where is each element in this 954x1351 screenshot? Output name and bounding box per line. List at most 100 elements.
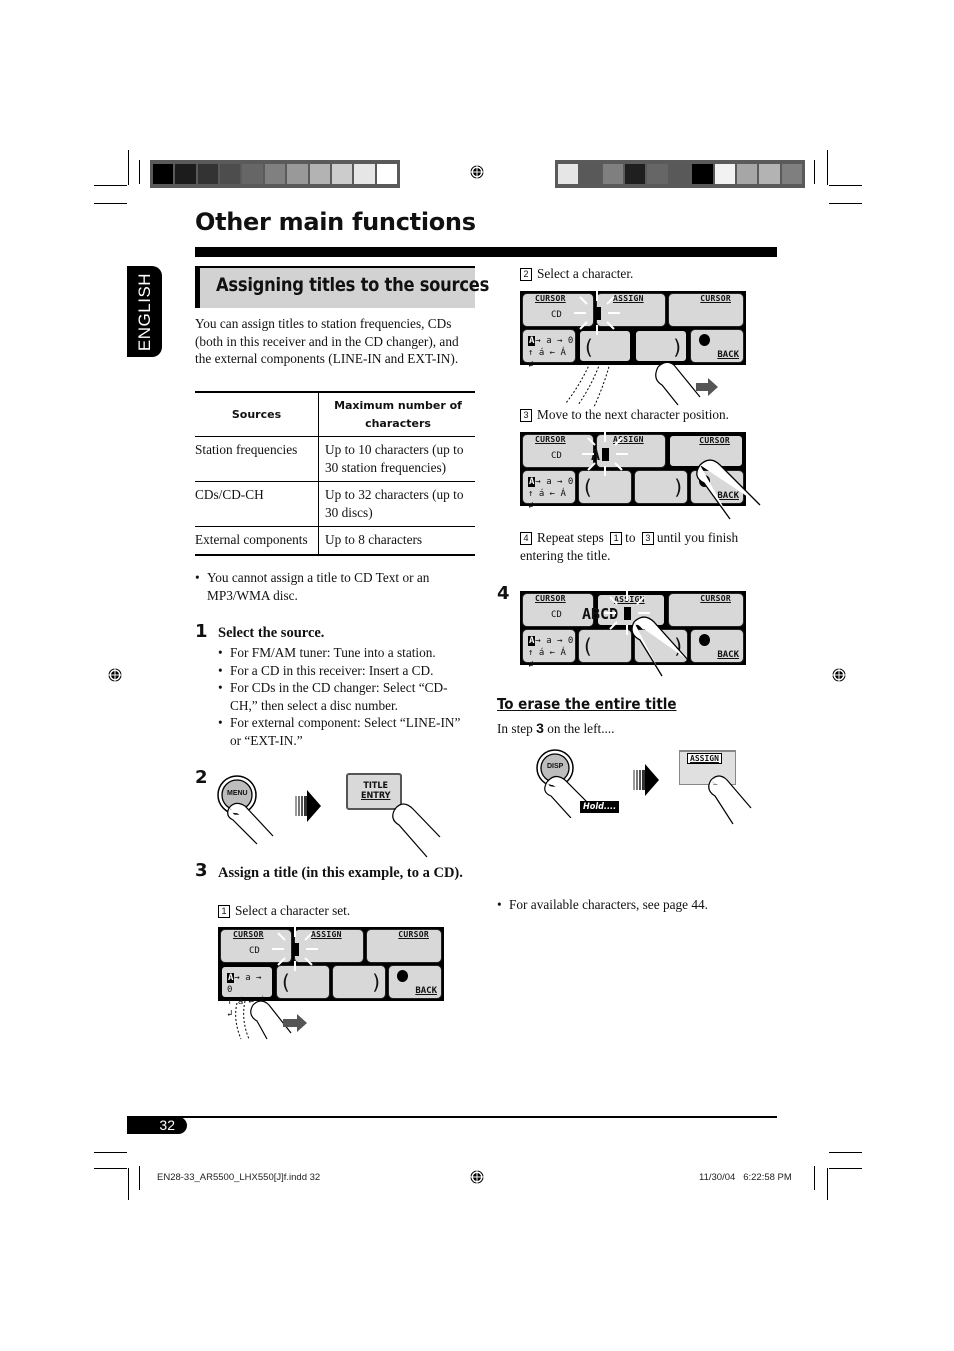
page-number: 32 bbox=[159, 1117, 175, 1133]
color-swatch bbox=[309, 164, 330, 184]
color-swatch bbox=[692, 164, 713, 184]
charset-line: ↑ á ← Á ↲ bbox=[528, 648, 566, 670]
table-header-row: Sources Maximum number of characters bbox=[195, 391, 475, 437]
column-header: Maximum number of characters bbox=[318, 391, 475, 437]
table-cell: Up to 10 characters (up to 30 station fr… bbox=[318, 436, 475, 482]
char-up-button[interactable]: ) bbox=[634, 470, 688, 504]
title-entry-label: TITLE bbox=[363, 781, 389, 791]
erase-lead: In step 3 on the left.... bbox=[497, 720, 615, 738]
table-row: External components Up to 8 characters bbox=[195, 526, 475, 556]
substep: 2 Select a character. bbox=[520, 265, 633, 283]
crop-mark bbox=[139, 160, 140, 184]
substep-text: Repeat steps bbox=[537, 530, 604, 545]
source-label: CD bbox=[249, 946, 260, 956]
color-swatch bbox=[175, 164, 196, 184]
table-cell: CDs/CD-CH bbox=[195, 481, 319, 527]
charset-button[interactable]: A→ a → 0 ↑ á ← Á ↲ bbox=[522, 629, 576, 670]
step-number: 4 bbox=[497, 583, 510, 604]
cursor-left-label: CURSOR bbox=[233, 930, 264, 939]
color-swatch bbox=[376, 164, 397, 184]
substep: 1 Select a character set. bbox=[218, 902, 350, 920]
finger-press-icon bbox=[708, 775, 752, 825]
color-swatch bbox=[354, 164, 375, 184]
step-number: 2 bbox=[195, 767, 208, 788]
section-heading: Assigning titles to the sources bbox=[195, 266, 489, 308]
cursor-left-label: CURSOR bbox=[535, 435, 566, 444]
substep-text: Select a character. bbox=[537, 266, 634, 281]
registration-mark-icon bbox=[470, 1170, 484, 1184]
slug-date: 11/30/04 bbox=[699, 1172, 736, 1183]
bullet-item: For a CD in this receiver: Insert a CD. bbox=[218, 662, 468, 680]
crop-mark bbox=[139, 1166, 140, 1190]
color-swatch bbox=[714, 164, 735, 184]
cursor-right-label: CURSOR bbox=[700, 294, 731, 303]
source-label: CD bbox=[551, 610, 562, 620]
finger-press-icon bbox=[696, 459, 761, 520]
color-swatch bbox=[759, 164, 780, 184]
charset-button[interactable]: A→ a → 0 ↑ á ← Á ↲ bbox=[220, 965, 274, 1019]
display-panel-select-character: CURSOR CD ASSIGN CURSOR A→ a → 0 ↑ á ← Á ↲() B… bbox=[520, 291, 746, 370]
language-tab: ENGLISH bbox=[127, 266, 162, 357]
substep-text: to bbox=[625, 530, 636, 545]
color-swatch bbox=[602, 164, 624, 184]
back-button[interactable]: BACK bbox=[690, 629, 744, 663]
cursor-right-button[interactable]: CURSOR bbox=[366, 929, 442, 963]
hold-label: Hold.... bbox=[580, 801, 620, 813]
charset-indicator: A→ a → 0 ↑ á ← Á ↲ bbox=[528, 635, 575, 671]
source-label: CD bbox=[551, 451, 562, 461]
crop-mark bbox=[94, 1168, 127, 1169]
table-cell: External components bbox=[195, 526, 319, 556]
color-swatch bbox=[331, 164, 353, 184]
note-bullet: For available characters, see page 44. bbox=[497, 896, 954, 914]
section-heading-text: Assigning titles to the sources bbox=[216, 274, 490, 296]
color-swatch bbox=[736, 164, 758, 184]
color-swatch bbox=[197, 164, 219, 184]
charset-button[interactable]: A→ a → 0 ↑ á ← Á ↲ bbox=[522, 470, 576, 511]
note-bullet: You cannot assign a title to CD Text or … bbox=[195, 569, 477, 604]
crop-mark bbox=[827, 1168, 828, 1200]
page-number-tab: 32 bbox=[127, 1117, 187, 1134]
erase-lead-text: In step bbox=[497, 721, 533, 736]
cursor-right-label: CURSOR bbox=[699, 436, 730, 445]
arrow-right-icon bbox=[633, 764, 659, 796]
rotate-left-icon: ( bbox=[584, 475, 592, 499]
charset-sequence: → a → 0 bbox=[535, 636, 574, 646]
step-reference: 3 bbox=[641, 532, 654, 545]
registration-mark-icon bbox=[108, 668, 122, 682]
knob-icon bbox=[699, 634, 710, 646]
source-label: CD bbox=[551, 310, 562, 320]
cursor-right-button[interactable]: CURSOR bbox=[668, 293, 744, 327]
substep-number: 3 bbox=[520, 409, 532, 422]
menu-button-label[interactable]: MENU bbox=[227, 790, 248, 797]
column-header: Sources bbox=[195, 391, 319, 437]
registration-mark-icon bbox=[832, 668, 846, 682]
charset-indicator: A→ a → 0 ↑ á ← Á ↲ bbox=[528, 476, 575, 512]
assign-button-label: ASSIGN bbox=[687, 753, 722, 764]
finger-press-icon bbox=[392, 803, 441, 858]
cursor-right-label: CURSOR bbox=[700, 594, 731, 603]
slug-filename: EN28-33_AR5500_LHX550[J]f.indd 32 bbox=[157, 1172, 321, 1183]
disp-button-label[interactable]: DISP bbox=[547, 763, 563, 770]
flash-icon bbox=[582, 432, 628, 476]
cursor-left-label: CURSOR bbox=[535, 594, 566, 603]
erase-lead-text: on the left.... bbox=[547, 721, 615, 736]
table-cell: Up to 32 characters (up to 30 discs) bbox=[318, 481, 475, 527]
back-button[interactable]: BACK bbox=[388, 965, 442, 999]
crop-mark bbox=[94, 1152, 127, 1153]
intro-paragraph: You can assign titles to station frequen… bbox=[195, 316, 459, 366]
crop-mark bbox=[814, 160, 815, 184]
char-up-button[interactable]: ) bbox=[332, 965, 386, 999]
table-cell: Station frequencies bbox=[195, 436, 319, 482]
arrow-right-icon bbox=[295, 790, 321, 822]
slug-time: 6:22:58 PM bbox=[743, 1172, 792, 1183]
color-swatch bbox=[580, 164, 601, 184]
crop-mark bbox=[827, 150, 828, 185]
color-swatch bbox=[153, 164, 174, 184]
charset-line: ↑ á ← Á ↲ bbox=[528, 489, 566, 511]
crop-mark bbox=[94, 203, 127, 204]
footer-rule bbox=[127, 1116, 777, 1118]
erase-heading: To erase the entire title bbox=[497, 695, 677, 713]
substep: 4 Repeat steps 1 to 3 until you finish ente… bbox=[520, 529, 760, 564]
step-title: Assign a title (in this example, to a CD… bbox=[218, 865, 463, 881]
rotate-left-icon: ( bbox=[584, 634, 592, 658]
